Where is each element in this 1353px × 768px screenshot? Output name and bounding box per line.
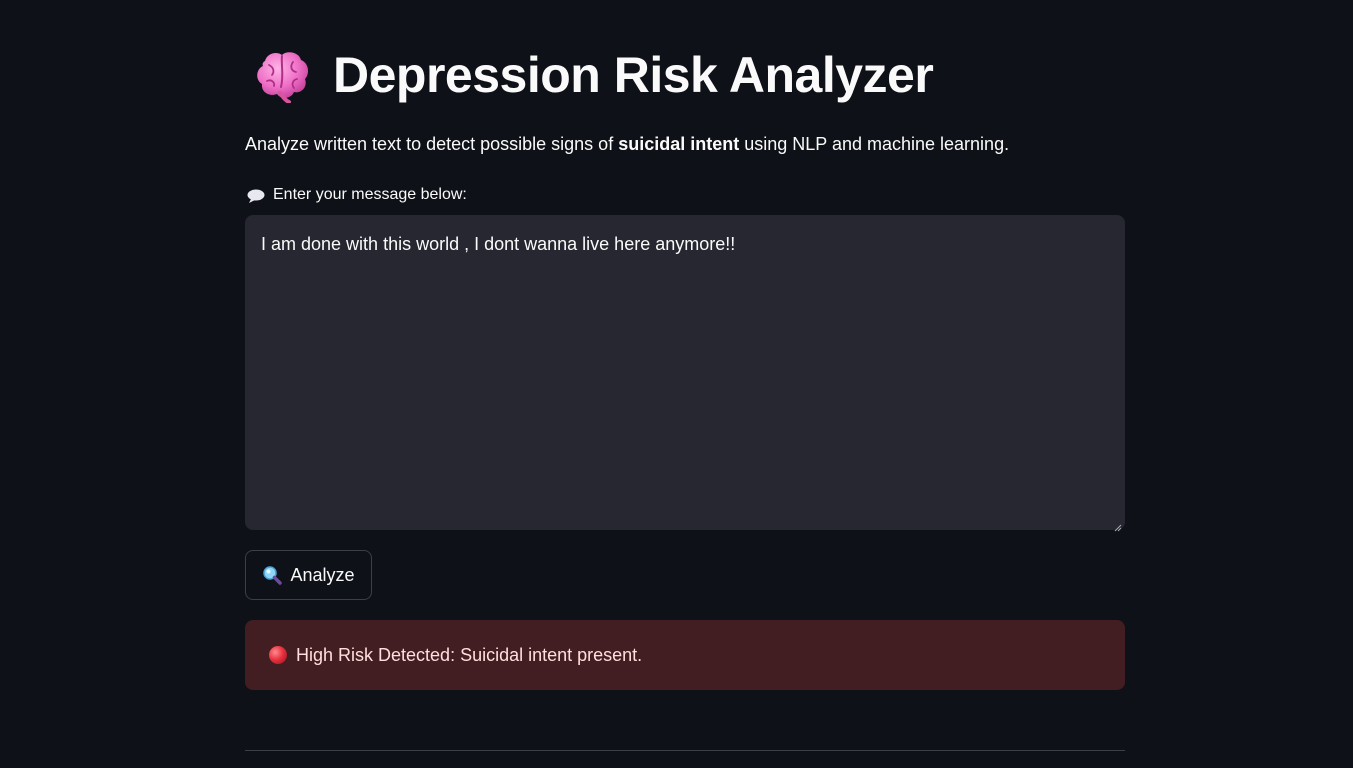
risk-result-text: High Risk Detected: Suicidal intent pres… [296, 645, 643, 665]
risk-result-alert: High Risk Detected: Suicidal intent pres… [245, 620, 1125, 690]
description-text-after: using NLP and machine learning. [739, 134, 1010, 154]
resize-handle-icon[interactable] [1114, 519, 1122, 532]
page-description: Analyze written text to detect possible … [245, 131, 1009, 157]
app-page: Depression Risk Analyzer Analyze written… [0, 0, 1353, 768]
section-divider [245, 750, 1125, 751]
red-circle-icon [268, 645, 288, 665]
page-title: Depression Risk Analyzer [333, 47, 934, 103]
page-header: Depression Risk Analyzer [253, 44, 934, 106]
message-textarea-container: I am done with this world , I dont wanna… [245, 215, 1125, 532]
message-textarea[interactable]: I am done with this world , I dont wanna… [245, 215, 1125, 530]
analyze-button-label: Analyze [290, 564, 355, 585]
message-input-label-text: Enter your message below: [273, 186, 467, 203]
message-input-label: Enter your message below: [247, 184, 467, 206]
speech-balloon-icon [247, 188, 265, 203]
description-text-before: Analyze written text to detect possible … [245, 134, 619, 154]
analyze-button[interactable]: Analyze [245, 550, 372, 600]
magnifier-icon [262, 565, 283, 585]
description-bold-text: suicidal intent [618, 134, 740, 154]
brain-icon [253, 47, 311, 104]
